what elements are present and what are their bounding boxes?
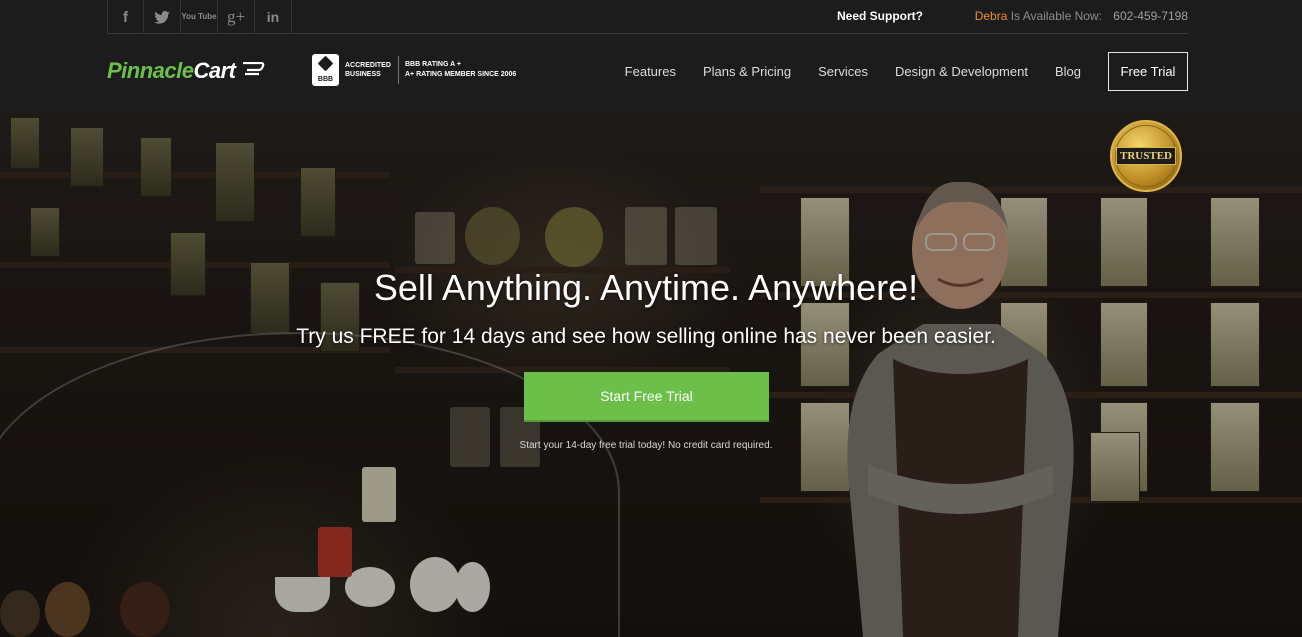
top-bar: f You Tube g+ in Need Support? Debra Is … (107, 0, 1188, 34)
logo-text: PinnacleCart (107, 58, 236, 84)
nav-blog[interactable]: Blog (1055, 64, 1081, 79)
support-phone[interactable]: 602-459-7198 (1113, 9, 1188, 23)
bbb-seal-icon: BBB (312, 54, 339, 86)
nav-features[interactable]: Features (625, 64, 676, 79)
nav-plans-pricing[interactable]: Plans & Pricing (703, 64, 791, 79)
site-header: f You Tube g+ in Need Support? Debra Is … (0, 0, 1302, 112)
logo-part-pinnacle: Pinnacle (107, 58, 194, 83)
bbb-accreditation[interactable]: BBB ACCREDITED BUSINESS BBB RATING A + A… (312, 54, 516, 86)
bbb-rating-text: BBB RATING A + A+ RATING MEMBER SINCE 20… (405, 61, 517, 78)
trusted-badge: TRUSTED (1110, 120, 1182, 192)
twitter-icon[interactable] (144, 0, 181, 34)
header-inner: f You Tube g+ in Need Support? Debra Is … (107, 0, 1188, 112)
trial-note: Start your 14-day free trial today! No c… (519, 440, 773, 451)
nav-services[interactable]: Services (818, 64, 868, 79)
hero-section: TRUSTED Sell Anything. Anytime. Anywhere… (0, 112, 1302, 637)
hero-subheadline: Try us FREE for 14 days and see how sell… (296, 325, 996, 348)
agent-name: Debra (974, 9, 1008, 23)
logo-cart-icon (241, 61, 265, 81)
agent-availability: Debra Is Available Now: 602-459-7198 (975, 9, 1188, 23)
start-free-trial-button[interactable]: Start Free Trial (524, 372, 769, 422)
bbb-accredited-text: ACCREDITED BUSINESS (345, 62, 391, 78)
social-links: f You Tube g+ in (107, 0, 292, 34)
main-nav: Features Plans & Pricing Services Design… (598, 52, 1188, 91)
nav-design-development[interactable]: Design & Development (895, 64, 1028, 79)
free-trial-button[interactable]: Free Trial (1108, 52, 1188, 91)
availability-text: Is Available Now: (1010, 9, 1102, 23)
facebook-icon[interactable]: f (107, 0, 144, 34)
need-support-link[interactable]: Need Support? (837, 9, 923, 23)
logo-part-cart: Cart (193, 58, 236, 83)
youtube-icon[interactable]: You Tube (181, 0, 218, 34)
hero-headline: Sell Anything. Anytime. Anywhere! (373, 267, 919, 308)
logo[interactable]: PinnacleCart (107, 56, 265, 86)
bbb-divider (398, 56, 399, 84)
linkedin-icon[interactable]: in (255, 0, 292, 34)
google-plus-icon[interactable]: g+ (218, 0, 255, 34)
